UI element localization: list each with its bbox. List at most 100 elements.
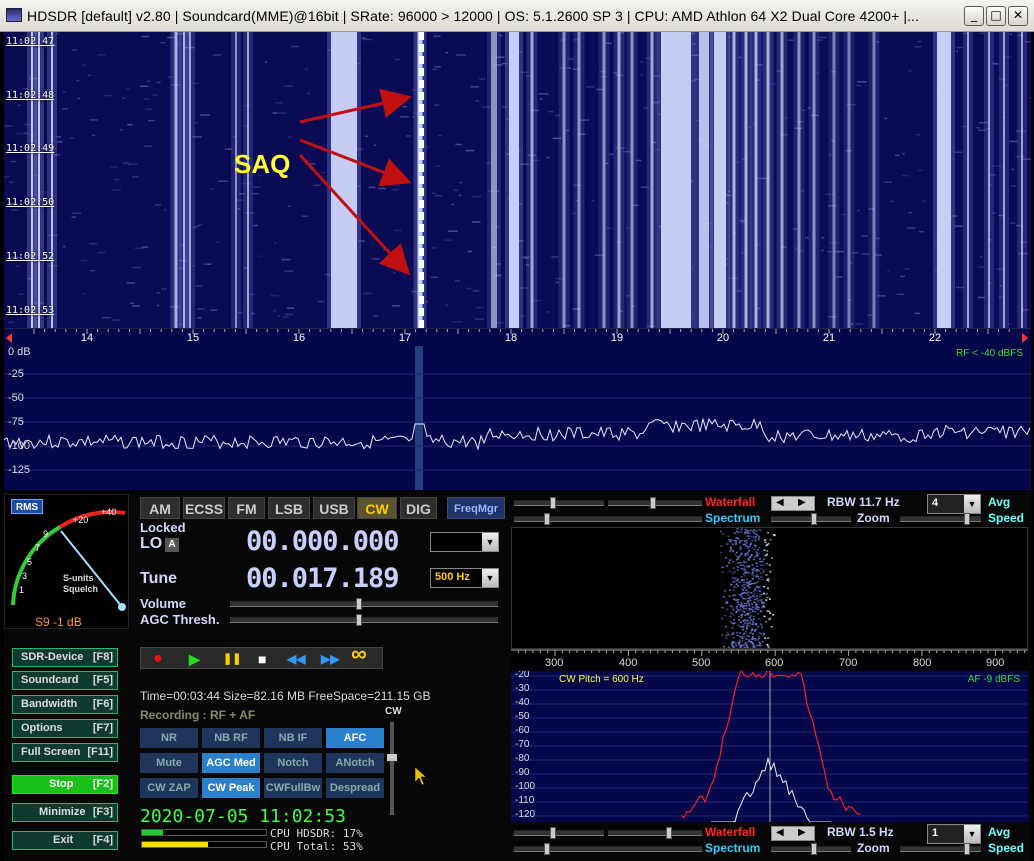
audio-frequency-scale[interactable]: 300 400 500 600 700 800 900 — [511, 649, 1028, 671]
rf-spectrum[interactable]: 0 dB -25 -50 -75 -100 -125 RF < -40 dBFS — [4, 346, 1031, 490]
exit-button[interactable]: Exit [F4] — [12, 831, 118, 850]
despread-button[interactable]: Despread — [326, 778, 384, 798]
slider-thumb[interactable] — [666, 827, 672, 839]
notch-button[interactable]: Notch — [264, 753, 322, 773]
af-waterfall-slider-1[interactable] — [514, 827, 604, 839]
slider-thumb[interactable] — [650, 497, 656, 509]
audio-waterfall[interactable] — [511, 527, 1028, 649]
mode-cw-button[interactable]: CW — [357, 497, 397, 519]
tune-frequency[interactable]: 00.017.189 — [246, 563, 400, 594]
slider-thumb[interactable] — [964, 513, 970, 525]
af-zoom-slider-1[interactable] — [771, 843, 851, 855]
bandwidth-button[interactable]: Bandwidth [F6] — [12, 695, 118, 714]
left-arrow-icon[interactable]: ◀ — [776, 497, 784, 508]
play-icon[interactable]: ▶ — [189, 650, 200, 668]
pause-icon[interactable]: ❚❚ — [223, 650, 241, 668]
slider-thumb[interactable] — [811, 513, 817, 525]
hotkey: [F8] — [92, 651, 113, 663]
cw-slider[interactable] — [387, 722, 397, 815]
rf-spectrum-slider[interactable] — [514, 513, 702, 525]
af-zoom-slider-2[interactable] — [900, 843, 981, 855]
nb-if-button[interactable]: NB IF — [264, 728, 322, 748]
stop-icon[interactable]: ■ — [258, 650, 266, 668]
rf-waterfall-slider-2[interactable] — [608, 497, 702, 509]
slider-thumb[interactable] — [964, 843, 970, 855]
cw-slider-thumb[interactable] — [387, 754, 397, 761]
button-label: Minimize — [39, 806, 86, 818]
afc-button[interactable]: AFC — [326, 728, 384, 748]
options-button[interactable]: Options [F7] — [12, 719, 118, 738]
right-arrow-icon[interactable]: ▶ — [798, 497, 806, 508]
mode-fm-button[interactable]: FM — [228, 497, 265, 519]
minimize-button[interactable]: _ — [964, 6, 984, 26]
cw-label: CW — [385, 706, 402, 717]
sdr-device-button[interactable]: SDR-Device [F8] — [12, 648, 118, 667]
fullscreen-button[interactable]: Full Screen [F11] — [12, 743, 118, 762]
nb-rf-button[interactable]: NB RF — [202, 728, 260, 748]
af-waterfall-slider-2[interactable] — [608, 827, 702, 839]
rf-speed-label: Speed — [988, 511, 1025, 525]
bandwidth-combo[interactable]: 500 Hz ▼ — [430, 568, 499, 588]
slider-thumb[interactable] — [550, 827, 556, 839]
chevron-down-icon: ▼ — [482, 569, 498, 587]
lo-combo[interactable]: ▼ — [430, 532, 499, 552]
lo-a-button[interactable]: A — [165, 538, 179, 552]
mute-button[interactable]: Mute — [140, 753, 198, 773]
record-icon[interactable]: ● — [153, 650, 163, 668]
loop-icon[interactable]: ∞ — [351, 643, 367, 665]
right-arrow-icon[interactable]: ▶ — [798, 827, 806, 838]
maximize-button[interactable]: □ — [986, 6, 1006, 26]
rf-waterfall[interactable]: 11:02:47 11:02:48 11:02:49 11:02:50 11:0… — [4, 32, 1031, 328]
audio-spectrum[interactable]: -20 -30 -40 -50 -60 -70 -80 -90 -100 -11… — [511, 671, 1028, 822]
audio-freq-label: 700 — [839, 657, 858, 669]
agc-threshold-slider[interactable] — [230, 614, 498, 626]
smeter-tick: 9 — [43, 529, 49, 539]
rf-zoom-slider-2[interactable] — [900, 513, 981, 525]
cw-zap-button[interactable]: CW ZAP — [140, 778, 198, 798]
stop-button[interactable]: Stop [F2] — [12, 775, 118, 794]
mode-dig-button[interactable]: DIG — [400, 497, 437, 519]
agc-med-button[interactable]: AGC Med — [202, 753, 260, 773]
spectrum-plot — [4, 346, 1031, 490]
avg-value: 1 — [932, 827, 939, 839]
volume-thumb[interactable] — [356, 598, 362, 610]
hdsdr-window: HDSDR [default] v2.80 | Soundcard(MME)@1… — [0, 0, 1034, 861]
volume-slider[interactable] — [230, 598, 498, 610]
cw-peak-button[interactable]: CW Peak — [202, 778, 260, 798]
af-spectrum-slider[interactable] — [514, 843, 702, 855]
rf-waterfall-arrows[interactable]: ◀ ▶ — [771, 496, 815, 511]
slider-thumb[interactable] — [811, 843, 817, 855]
slider-thumb[interactable] — [544, 513, 550, 525]
rf-avg-combo[interactable]: 4 ▼ — [927, 494, 981, 514]
freqmgr-button[interactable]: FreqMgr — [447, 497, 505, 519]
mode-lsb-button[interactable]: LSB — [268, 497, 310, 519]
freq-label: 14 — [80, 332, 94, 344]
button-label: SDR-Device — [21, 651, 84, 663]
soundcard-button[interactable]: Soundcard [F5] — [12, 671, 118, 690]
freq-label: 22 — [928, 332, 942, 344]
smeter-tick: +20 — [73, 515, 89, 525]
mode-ecss-button[interactable]: ECSS — [183, 497, 225, 519]
forward-icon[interactable]: ▶▶ — [321, 650, 339, 668]
frequency-scale[interactable]: 14 15 16 17 18 19 20 21 22 — [4, 328, 1031, 346]
nr-button[interactable]: NR — [140, 728, 198, 748]
af-waterfall-arrows[interactable]: ◀ ▶ — [771, 826, 815, 841]
rf-waterfall-slider-1[interactable] — [514, 497, 604, 509]
left-arrow-icon[interactable]: ◀ — [776, 827, 784, 838]
af-avg-combo[interactable]: 1 ▼ — [927, 824, 981, 844]
rewind-icon[interactable]: ◀◀ — [287, 650, 305, 668]
mode-usb-button[interactable]: USB — [313, 497, 355, 519]
lo-frequency[interactable]: 00.000.000 — [246, 526, 400, 557]
audio-spectrum-plot — [511, 671, 1028, 822]
slider-thumb[interactable] — [544, 843, 550, 855]
freq-label: 20 — [716, 332, 730, 344]
anotch-button[interactable]: ANotch — [326, 753, 384, 773]
cw-fullbw-button[interactable]: CWFullBw — [264, 778, 322, 798]
slider-thumb[interactable] — [550, 497, 556, 509]
rf-zoom-slider-1[interactable] — [771, 513, 851, 525]
agc-thumb[interactable] — [356, 614, 362, 626]
db-label: 0 dB — [8, 346, 31, 358]
minimize-app-button[interactable]: Minimize [F3] — [12, 803, 118, 822]
close-button[interactable]: ✕ — [1008, 6, 1028, 26]
mode-am-button[interactable]: AM — [140, 497, 180, 519]
